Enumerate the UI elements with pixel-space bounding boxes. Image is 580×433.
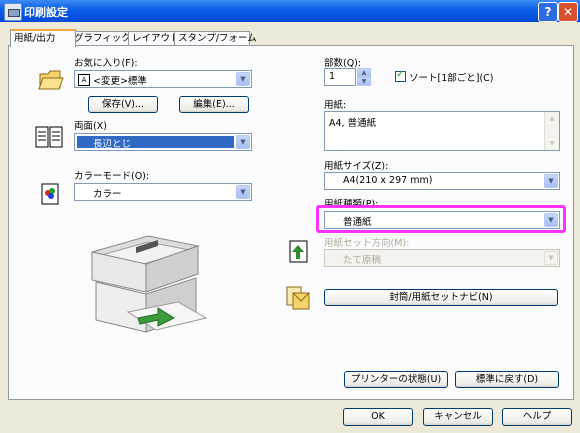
printer-status-button[interactable]: プリンターの状態(U) — [344, 371, 448, 388]
paper-type-select[interactable]: 普通紙 ▼ — [324, 211, 560, 229]
restore-defaults-button[interactable]: 標準に戻す(D) — [455, 371, 559, 388]
scrollbar[interactable]: ▲ ▼ — [544, 112, 559, 150]
help-button[interactable]: ヘルプ — [502, 408, 572, 426]
spin-up-icon[interactable]: ▲ — [357, 68, 371, 77]
chevron-down-icon[interactable]: ▼ — [236, 185, 250, 199]
tab-paper-output[interactable]: 用紙/出力 — [10, 29, 76, 47]
copies-label: 部数(Q): — [324, 58, 362, 69]
folder-icon — [38, 70, 64, 90]
orientation-select[interactable]: たて原稿 ▼ — [324, 249, 560, 267]
paper-size-label: 用紙サイズ(Z): — [324, 161, 389, 172]
orientation-label: 用紙セット方向(M): — [324, 238, 410, 249]
edit-button[interactable]: 編集(E)... — [179, 96, 249, 113]
cancel-button[interactable]: キャンセル — [423, 408, 493, 426]
paper-info-box: A4, 普通紙 ▲ ▼ — [324, 111, 560, 151]
chevron-down-icon[interactable]: ▼ — [544, 213, 558, 227]
chevron-down-icon[interactable]: ▼ — [236, 72, 250, 86]
help-title-button[interactable]: ? — [538, 2, 558, 22]
close-title-button[interactable]: ✕ — [558, 2, 578, 22]
color-palette-icon — [41, 183, 59, 205]
printer-icon — [4, 3, 22, 21]
envelope-navi-button[interactable]: 封筒/用紙セットナビ(N) — [324, 289, 558, 306]
chevron-down-icon[interactable]: ▼ — [544, 251, 558, 265]
scroll-down-icon[interactable]: ▼ — [545, 137, 559, 150]
save-button[interactable]: 保存(V)... — [88, 96, 158, 113]
duplex-label: 両面(X) — [74, 121, 107, 132]
duplex-select[interactable]: 長辺とじ ▼ — [74, 133, 252, 151]
favorites-select[interactable]: A <変更>標準 ▼ — [74, 70, 252, 88]
envelope-icon — [286, 286, 310, 310]
collate-label: ソート[1部ごと](C) — [409, 73, 494, 84]
favorites-label: お気に入り(F): — [74, 58, 138, 69]
spin-down-icon[interactable]: ▼ — [357, 77, 371, 86]
favorite-badge-icon: A — [78, 74, 90, 86]
chevron-down-icon[interactable]: ▼ — [544, 174, 558, 188]
copies-spinner[interactable]: ▲ ▼ — [357, 68, 371, 86]
color-mode-label: カラーモード(O): — [74, 171, 150, 182]
tab-stamp-form[interactable]: スタンプ/フォーム — [174, 31, 257, 45]
tab-graphics[interactable]: グラフィックス — [70, 31, 140, 45]
ok-button[interactable]: OK — [343, 408, 413, 426]
duplex-icon — [35, 126, 63, 148]
tab-layout[interactable]: レイアウト — [128, 31, 180, 45]
copies-input[interactable]: 1 — [324, 68, 356, 86]
title-bar: 印刷設定 ? ✕ — [0, 0, 580, 22]
chevron-down-icon[interactable]: ▼ — [236, 135, 250, 149]
paper-size-select[interactable]: A4(210 x 297 mm) ▼ — [324, 172, 560, 190]
scroll-up-icon[interactable]: ▲ — [545, 112, 559, 125]
window-title: 印刷設定 — [24, 6, 68, 19]
paper-label: 用紙: — [324, 100, 347, 111]
color-mode-select[interactable]: カラー ▼ — [74, 183, 252, 201]
printer-illustration — [91, 235, 208, 333]
orientation-icon — [289, 240, 308, 263]
collate-checkbox[interactable] — [395, 69, 406, 82]
